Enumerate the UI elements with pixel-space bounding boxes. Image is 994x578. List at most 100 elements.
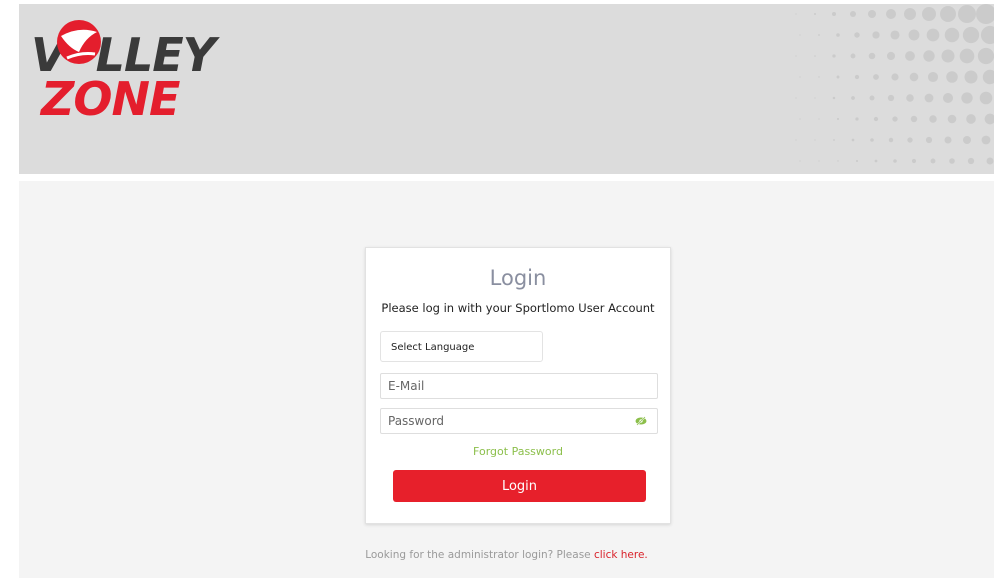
decorative-dot (855, 117, 859, 121)
decorative-dot (869, 95, 875, 101)
language-select[interactable]: Select Language (380, 331, 543, 362)
decorative-dot (851, 96, 855, 100)
decorative-dot (799, 160, 801, 162)
decorative-dot (818, 76, 820, 78)
decorative-dot (949, 158, 955, 164)
decorative-dot (977, 47, 994, 65)
decorative-dot (922, 7, 936, 21)
decorative-dot (908, 29, 920, 41)
decorative-dot (887, 94, 895, 102)
password-placeholder: Password (388, 414, 445, 428)
decorative-dot (947, 114, 957, 124)
decorative-dot (868, 52, 876, 60)
password-field[interactable]: Password (380, 408, 658, 434)
decorative-dot (929, 115, 937, 123)
decorative-dot (795, 97, 797, 99)
decorative-dot (930, 158, 936, 164)
decorative-dot (799, 76, 801, 78)
decorative-dot (799, 34, 801, 36)
decorative-dot (967, 157, 975, 165)
decorative-dot (836, 75, 840, 79)
login-card: Login Please log in with your Sportlomo … (365, 247, 671, 524)
decorative-dot (814, 13, 816, 15)
decorative-dot (833, 139, 835, 141)
email-field[interactable]: E-Mail (380, 373, 658, 399)
decorative-dot (886, 51, 896, 61)
decorative-dot (962, 26, 980, 44)
decorative-dot (924, 93, 934, 103)
decorative-dot (851, 138, 855, 142)
decorative-dot (911, 158, 917, 164)
volleyball-icon (57, 20, 101, 64)
decorative-dot (799, 118, 801, 120)
decorative-dot (854, 32, 860, 38)
decorative-dot (909, 72, 919, 82)
decorative-dot (927, 71, 939, 83)
decorative-dot (906, 94, 914, 102)
decorative-dot (795, 139, 797, 141)
decorative-dot (944, 136, 952, 144)
decorative-dot (872, 31, 880, 39)
decorative-dot (941, 49, 955, 63)
decorative-dot (891, 73, 899, 81)
decorative-dot (892, 116, 898, 122)
decorative-dot (850, 11, 856, 17)
decorative-dot (923, 50, 935, 62)
decorative-dot (874, 159, 878, 163)
decorative-dot (832, 12, 836, 16)
decorative-dot (893, 159, 897, 163)
decorative-dot (963, 136, 971, 144)
decorative-dot (873, 74, 879, 80)
decorative-dot (910, 115, 918, 123)
volley-zone-logo[interactable]: V LLEY ZONE (31, 14, 221, 129)
decorative-dot (946, 71, 958, 83)
decorative-dot (832, 54, 836, 58)
decorative-dot (886, 9, 896, 19)
decorative-dot (980, 25, 994, 45)
decorative-dot (942, 92, 954, 104)
decorative-dot (836, 117, 840, 121)
decorative-dot (855, 159, 859, 163)
admin-login-link[interactable]: click here. (594, 549, 648, 561)
decorative-dot (836, 33, 840, 37)
decorative-dot (850, 53, 856, 59)
decorative-dot (966, 114, 976, 124)
decorative-dot (981, 135, 991, 145)
decorative-dot (888, 137, 894, 143)
decorative-dot (982, 69, 994, 85)
decorative-dot (818, 34, 820, 36)
decorative-dot (958, 5, 976, 23)
site-header: V LLEY ZONE (19, 4, 994, 174)
eye-slash-icon[interactable] (635, 416, 647, 426)
decorative-dot (905, 51, 915, 61)
decorative-dot (959, 48, 975, 64)
login-title: Login (489, 266, 547, 290)
decorative-dot (854, 74, 860, 80)
decorative-dot (870, 138, 874, 142)
admin-login-text: Looking for the administrator login? Ple… (365, 549, 594, 561)
decorative-dot (814, 55, 816, 57)
login-button[interactable]: Login (393, 470, 646, 502)
decorative-dot (964, 70, 978, 84)
decorative-dot (795, 13, 797, 15)
decorative-dot (907, 137, 913, 143)
decorative-dot (873, 116, 879, 122)
decorative-dot (818, 118, 820, 120)
decorative-dot (818, 160, 820, 162)
decorative-dot (940, 6, 956, 22)
decorative-dot (944, 27, 960, 43)
decorative-dot (984, 113, 994, 125)
decorative-dot (979, 91, 993, 105)
decorative-dot (795, 55, 797, 57)
decorative-dot (868, 10, 876, 18)
decorative-dot (904, 8, 916, 20)
logo-bottom-word: ZONE (41, 72, 180, 126)
decorative-dot (814, 97, 816, 99)
decorative-dot (814, 139, 816, 141)
forgot-password-link[interactable]: Forgot Password (366, 445, 670, 458)
decorative-dot (925, 136, 933, 144)
decorative-dot (976, 4, 994, 24)
decorative-dot (986, 157, 994, 165)
decorative-dot (926, 28, 940, 42)
decorative-dot (832, 96, 836, 100)
